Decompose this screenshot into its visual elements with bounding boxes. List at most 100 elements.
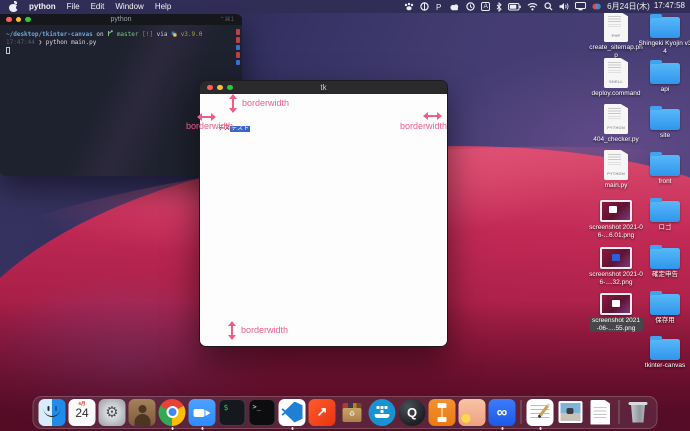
tk-title: tk bbox=[320, 83, 327, 92]
desktop-file[interactable]: SHELL deploy.command bbox=[589, 58, 643, 98]
git-branch-icon bbox=[108, 30, 113, 36]
desktop-file[interactable]: screenshot 2021-06-....32.png bbox=[589, 243, 643, 286]
desktop-folder[interactable]: Shingeki Kyojin v34 bbox=[638, 12, 690, 55]
borderwidth-label-right: borderwidth bbox=[400, 121, 448, 131]
prompt-time: 17:47:44 bbox=[6, 39, 35, 46]
iterm-dock-icon[interactable]: $ bbox=[218, 398, 246, 426]
wifi-icon[interactable] bbox=[527, 2, 538, 11]
borderwidth-label-top: borderwidth bbox=[242, 98, 290, 108]
apple-menu-icon[interactable] bbox=[9, 1, 21, 12]
terminal-line-2: 17:47:44 ❯ python main.py bbox=[6, 39, 236, 47]
folder-label: ロゴ bbox=[658, 224, 672, 231]
folder-icon bbox=[650, 291, 680, 315]
scrollbar-mark bbox=[236, 52, 240, 58]
shield-icon[interactable] bbox=[420, 2, 429, 11]
photos-stack-dock-icon[interactable] bbox=[557, 399, 584, 426]
desktop-folder[interactable]: 確定申告 bbox=[638, 243, 690, 279]
tk-canvas[interactable]: テステスト bbox=[200, 94, 447, 346]
scrollbar-mark bbox=[236, 29, 240, 35]
word-on: on bbox=[96, 31, 104, 38]
menu-help[interactable]: Help bbox=[155, 2, 171, 11]
desktop-file[interactable]: screenshot 2021-06-...6.01.png bbox=[589, 196, 643, 239]
desktop-file[interactable]: PYTHON main.py bbox=[589, 150, 643, 190]
input-source-icon[interactable]: A bbox=[481, 2, 491, 11]
desktop-folder[interactable]: front bbox=[638, 150, 690, 186]
desktop-folder[interactable]: site bbox=[638, 104, 690, 140]
php-file-icon: PHP bbox=[604, 12, 628, 42]
tk-titlebar[interactable]: tk bbox=[200, 81, 447, 94]
running-indicator bbox=[539, 427, 542, 430]
active-app-menu[interactable]: python bbox=[29, 2, 56, 11]
folder-label: tkinter-canvas bbox=[644, 362, 686, 369]
paw-icon[interactable] bbox=[404, 2, 414, 11]
scrollbar-mark bbox=[236, 60, 240, 65]
menu-window[interactable]: Window bbox=[115, 2, 143, 11]
file-label-selected: screenshot 2021-06-....55.png bbox=[589, 317, 643, 332]
display-icon[interactable] bbox=[575, 2, 587, 11]
textedit-dock-icon[interactable] bbox=[526, 398, 554, 430]
menu-bar-clock[interactable]: 6月24日(木) 17:47:58 bbox=[607, 1, 685, 12]
terminal-title: python bbox=[110, 16, 132, 23]
drawio-dock-icon[interactable] bbox=[428, 398, 456, 426]
dollar-prompt-icon: $ bbox=[223, 402, 229, 412]
file-label: main.py bbox=[604, 182, 628, 189]
battery-icon[interactable] bbox=[508, 2, 521, 11]
terminal-dock-icon[interactable]: >_ bbox=[248, 398, 276, 426]
folder-icon bbox=[650, 60, 680, 84]
desktop-folder[interactable]: tkinter-canvas bbox=[638, 334, 690, 370]
quicktime-q-icon: Q bbox=[406, 404, 418, 420]
zoom-dock-icon[interactable] bbox=[188, 398, 216, 430]
desktop-file[interactable]: PYTHON 404_checker.py bbox=[589, 104, 643, 144]
running-indicator bbox=[171, 427, 174, 430]
svg-text:P: P bbox=[436, 3, 441, 11]
borderwidth-arrow-top bbox=[229, 94, 237, 113]
trend-app-dock-icon[interactable]: ↗ bbox=[308, 398, 336, 426]
spotlight-icon[interactable] bbox=[544, 2, 553, 11]
terminal-titlebar[interactable]: python ⌃⌘1 bbox=[0, 14, 242, 25]
python-file-icon: PYTHON bbox=[604, 104, 628, 134]
system-preferences-dock-icon[interactable]: ⚙ bbox=[98, 398, 126, 426]
document-dock-icon[interactable] bbox=[587, 399, 614, 426]
file-label: deploy.command bbox=[591, 90, 641, 97]
running-indicator bbox=[501, 427, 504, 430]
screenshot-thumbnail-icon bbox=[600, 200, 632, 222]
python-logo-icon bbox=[171, 31, 177, 37]
calendar-dock-icon[interactable]: 6月 24 bbox=[68, 398, 96, 426]
python-version: v3.9.0 bbox=[180, 31, 203, 38]
color-app-icon[interactable] bbox=[592, 2, 601, 11]
volume-icon[interactable] bbox=[559, 2, 569, 11]
trend-arrow-icon: ↗ bbox=[316, 404, 328, 419]
time-machine-icon[interactable] bbox=[466, 2, 475, 11]
borderwidth-label-bottom: borderwidth bbox=[241, 325, 289, 335]
typed-command: python main.py bbox=[45, 39, 97, 46]
desktop-folder[interactable]: ロゴ bbox=[638, 196, 690, 232]
menu-file[interactable]: File bbox=[67, 2, 80, 11]
parallels-icon[interactable]: P bbox=[435, 2, 443, 11]
appcleaner-dock-icon[interactable]: ♻ bbox=[339, 399, 366, 426]
git-status: [!] bbox=[142, 31, 153, 38]
chrome-dock-icon[interactable] bbox=[158, 398, 186, 430]
quicktime-dock-icon[interactable]: Q bbox=[398, 398, 426, 426]
infinity-app-dock-icon[interactable]: ∞ bbox=[488, 398, 516, 430]
menu-edit[interactable]: Edit bbox=[91, 2, 105, 11]
cloud-icon[interactable] bbox=[449, 3, 460, 11]
desktop-file-selected[interactable]: screenshot 2021-06-....55.png bbox=[589, 289, 643, 332]
infinity-icon: ∞ bbox=[496, 403, 508, 421]
desktop-file[interactable]: PHP create_sitemap.php bbox=[589, 12, 643, 59]
peach-app-dock-icon[interactable] bbox=[458, 398, 486, 426]
contacts-dock-icon[interactable] bbox=[128, 398, 156, 426]
desktop-folder[interactable]: 保存用 bbox=[638, 289, 690, 325]
folder-icon bbox=[650, 336, 680, 360]
yellow-dot-icon bbox=[461, 413, 471, 423]
docker-dock-icon[interactable] bbox=[368, 398, 396, 426]
finder-dock-icon[interactable] bbox=[38, 398, 66, 426]
folder-label: Shingeki Kyojin v34 bbox=[638, 40, 690, 55]
trash-dock-icon[interactable] bbox=[625, 399, 652, 426]
recycle-icon: ♻ bbox=[348, 410, 356, 418]
bluetooth-icon[interactable] bbox=[496, 1, 502, 12]
folder-icon bbox=[650, 14, 680, 38]
desktop-folder[interactable]: api bbox=[638, 58, 690, 94]
menu-bar-left: python File Edit Window Help bbox=[0, 1, 171, 12]
vscode-dock-icon[interactable] bbox=[278, 398, 306, 430]
gear-icon: ⚙ bbox=[105, 404, 119, 421]
